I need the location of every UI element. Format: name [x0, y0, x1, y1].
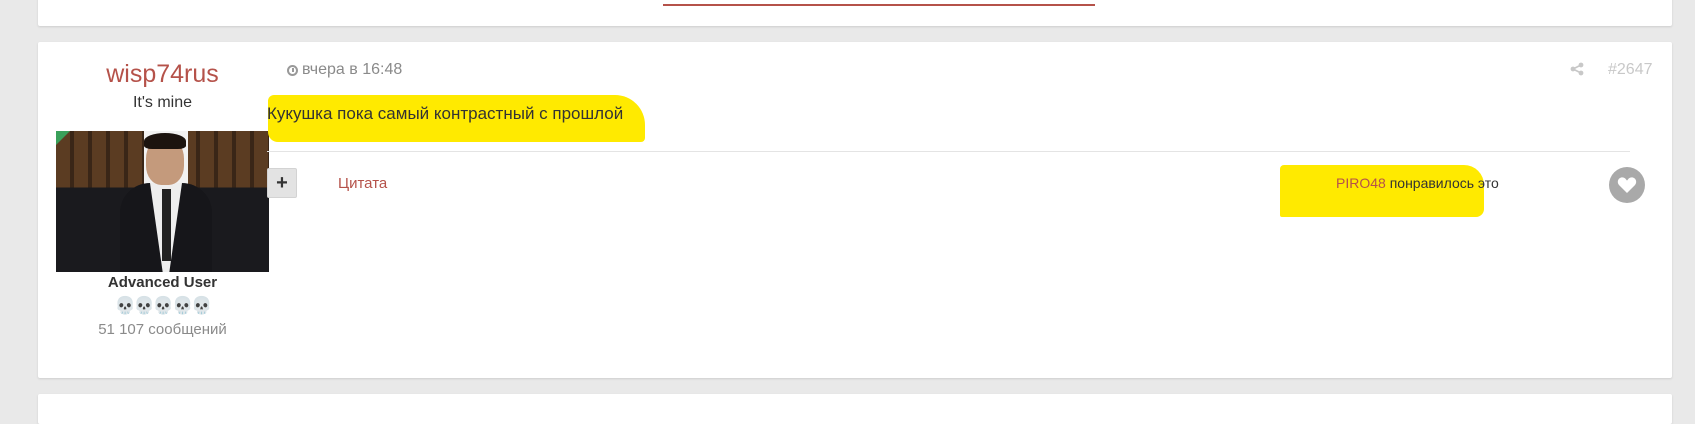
post-number-link[interactable]: #2647	[1608, 61, 1653, 79]
share-icon[interactable]	[1570, 62, 1584, 81]
post-timestamp[interactable]: вчера в 16:48	[287, 61, 402, 79]
previous-post-link[interactable]	[663, 0, 1095, 6]
post-body: Кукушка пока самый контрастный с прошлой	[267, 104, 624, 123]
liker-link[interactable]: PIRO48	[1336, 175, 1386, 191]
next-post-card	[38, 394, 1672, 424]
heart-icon	[1617, 177, 1637, 193]
like-button[interactable]	[1609, 167, 1645, 203]
post-time-text: вчера в 16:48	[302, 61, 403, 78]
author-rank: Advanced User	[107, 274, 218, 291]
author-name[interactable]: wisp74rus	[38, 60, 287, 89]
online-status-badge	[56, 131, 70, 145]
forum-post: wisp74rus It's mine Advanced User 💀💀💀💀💀 …	[38, 42, 1672, 378]
previous-post-card	[38, 0, 1672, 26]
plus-button[interactable]: +	[267, 168, 297, 198]
author-post-count: 51 107 сообщений	[98, 321, 227, 338]
likes-text: понравилось это	[1385, 175, 1499, 191]
avatar[interactable]	[56, 131, 269, 272]
reputation-icons: 💀💀💀💀💀	[114, 296, 213, 315]
author-title: It's mine	[132, 94, 193, 111]
divider	[267, 151, 1630, 152]
clock-icon	[287, 64, 298, 76]
likes-highlight	[1280, 165, 1484, 217]
likes-summary: PIRO48 понравилось это	[1336, 175, 1499, 191]
quote-button[interactable]: Цитата	[338, 175, 387, 192]
